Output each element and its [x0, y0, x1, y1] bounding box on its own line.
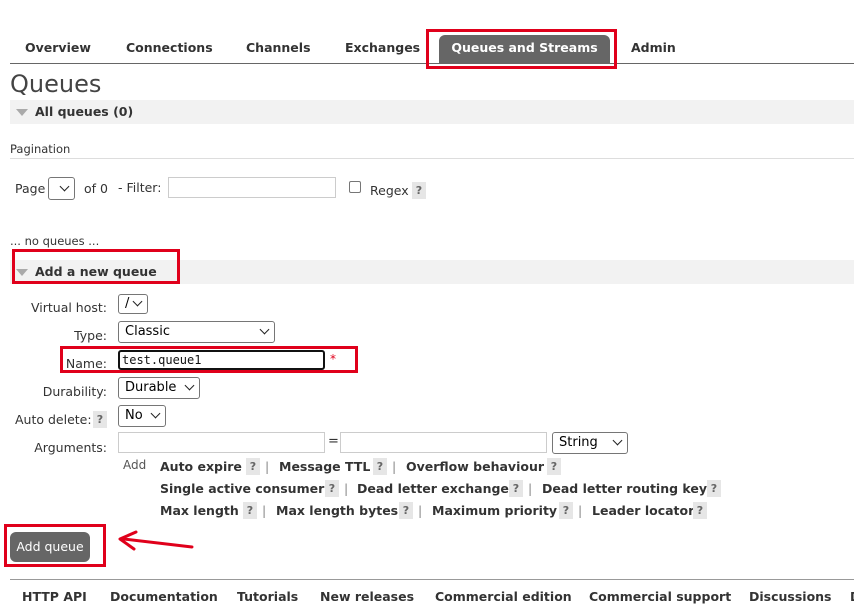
argument-value-input[interactable]	[340, 432, 547, 453]
collapse-triangle-icon	[16, 109, 28, 116]
page-label: Page	[15, 181, 46, 196]
argument-type-select[interactable]: String	[552, 432, 628, 454]
help-icon[interactable]: ?	[547, 458, 561, 475]
auto-delete-value: No	[125, 408, 143, 423]
tab-admin[interactable]: Admin	[631, 40, 676, 55]
arg-link-message-ttl[interactable]: Message TTL	[279, 459, 370, 474]
help-icon[interactable]: ?	[559, 502, 573, 519]
tab-queues-and-streams[interactable]: Queues and Streams	[439, 35, 610, 63]
tab-underline	[10, 63, 854, 64]
separator: |	[578, 503, 583, 518]
page-title: Queues	[10, 70, 102, 98]
help-icon[interactable]: ?	[325, 480, 339, 497]
separator: |	[418, 503, 423, 518]
footer-link-commercial-edition[interactable]: Commercial edition	[435, 589, 572, 604]
help-icon[interactable]: ?	[707, 480, 721, 497]
help-icon[interactable]: ?	[243, 502, 257, 519]
argument-key-input[interactable]	[118, 432, 325, 453]
arg-link-max-length-bytes[interactable]: Max length bytes	[276, 503, 398, 518]
all-queues-section-bar[interactable]	[10, 100, 854, 124]
footer-link-truncated[interactable]: D	[850, 589, 854, 604]
no-queues-text: ... no queues ...	[10, 234, 100, 248]
regex-checkbox[interactable]	[349, 181, 361, 193]
virtual-host-select[interactable]: /	[118, 294, 148, 314]
chevron-down-icon	[59, 181, 70, 192]
name-input[interactable]: test.queue1	[118, 350, 325, 370]
footer-link-discussions[interactable]: Discussions	[749, 589, 832, 604]
separator: |	[392, 459, 397, 474]
help-icon[interactable]: ?	[693, 502, 707, 519]
virtual-host-label: Virtual host:	[30, 300, 107, 315]
help-icon[interactable]: ?	[399, 502, 413, 519]
arg-link-leader-locator[interactable]: Leader locator	[592, 503, 694, 518]
arg-link-single-active-consumer[interactable]: Single active consumer	[160, 481, 324, 496]
separator: |	[262, 503, 267, 518]
arg-link-maximum-priority[interactable]: Maximum priority	[432, 503, 557, 518]
footer-divider	[10, 579, 854, 580]
arg-link-dead-letter-routing-key[interactable]: Dead letter routing key	[542, 481, 707, 496]
expand-triangle-icon	[16, 269, 28, 276]
page-of-label: of 0	[84, 181, 108, 196]
type-select[interactable]: Classic	[118, 321, 275, 343]
footer-link-tutorials[interactable]: Tutorials	[237, 589, 298, 604]
durability-select[interactable]: Durable	[118, 377, 200, 399]
regex-help-icon[interactable]: ?	[412, 182, 426, 199]
arg-link-max-length[interactable]: Max length	[160, 503, 239, 518]
separator: |	[528, 481, 533, 496]
help-icon[interactable]: ?	[509, 480, 523, 497]
auto-delete-help-icon[interactable]: ?	[93, 411, 107, 428]
arg-link-dead-letter-exchange[interactable]: Dead letter exchange	[357, 481, 509, 496]
chevron-down-icon	[150, 408, 161, 419]
type-label: Type:	[74, 328, 107, 343]
filter-input[interactable]	[168, 177, 336, 198]
add-queue-section-label[interactable]: Add a new queue	[35, 264, 157, 279]
tab-exchanges[interactable]: Exchanges	[345, 40, 420, 55]
pagination-heading: Pagination	[10, 142, 71, 156]
tab-channels[interactable]: Channels	[246, 40, 311, 55]
tab-overview[interactable]: Overview	[25, 40, 91, 55]
chevron-down-icon	[132, 296, 143, 307]
pagination-divider	[10, 158, 854, 159]
virtual-host-value: /	[125, 296, 130, 311]
add-queue-button[interactable]: Add queue	[10, 532, 90, 562]
filter-label: - Filter:	[118, 180, 162, 195]
page-select[interactable]	[48, 177, 75, 200]
footer-link-commercial-support[interactable]: Commercial support	[589, 589, 731, 604]
arg-link-overflow-behaviour[interactable]: Overflow behaviour	[406, 459, 544, 474]
arrow-icon	[118, 530, 194, 551]
tab-connections[interactable]: Connections	[126, 40, 213, 55]
chevron-down-icon	[184, 380, 195, 391]
required-mark: *	[330, 352, 336, 366]
regex-label: Regex	[370, 183, 409, 198]
argument-type-value: String	[559, 435, 598, 450]
durability-label: Durability:	[42, 384, 107, 399]
separator: |	[344, 481, 349, 496]
chevron-down-icon	[612, 435, 623, 446]
all-queues-label[interactable]: All queues (0)	[35, 104, 133, 119]
separator: |	[265, 459, 270, 474]
chevron-down-icon	[259, 324, 270, 335]
auto-delete-label: Auto delete:	[15, 412, 92, 427]
durability-value: Durable	[125, 380, 177, 395]
add-argument-label: Add	[123, 458, 147, 472]
arg-link-auto-expire[interactable]: Auto expire	[160, 459, 242, 474]
footer-link-http-api[interactable]: HTTP API	[22, 589, 87, 604]
footer-link-new-releases[interactable]: New releases	[320, 589, 414, 604]
type-value: Classic	[125, 324, 170, 339]
arguments-label: Arguments:	[34, 440, 107, 455]
footer-link-documentation[interactable]: Documentation	[110, 589, 218, 604]
help-icon[interactable]: ?	[373, 458, 387, 475]
auto-delete-select[interactable]: No	[118, 405, 166, 427]
equals-sign: =	[328, 434, 339, 449]
name-label: Name:	[65, 356, 107, 371]
help-icon[interactable]: ?	[246, 458, 260, 475]
